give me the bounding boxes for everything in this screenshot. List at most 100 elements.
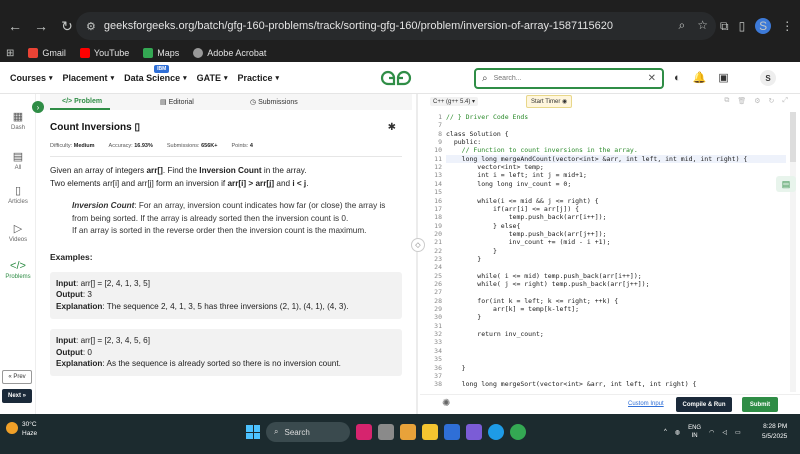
zoom-icon[interactable]: ⌕ (679, 18, 686, 33)
site-search[interactable]: ⌕ ✕ (474, 68, 664, 89)
copy-icon[interactable]: ⧉ (724, 97, 729, 105)
panel-divider[interactable] (416, 94, 418, 414)
start-icon[interactable] (246, 425, 260, 439)
menu-icon[interactable]: ⋮ (781, 19, 793, 33)
back-icon[interactable]: ← (4, 15, 26, 37)
gfg-logo[interactable] (380, 68, 412, 88)
tab-editorial[interactable]: ▤ Editorial (160, 98, 194, 106)
bookmark-gmail[interactable]: Gmail (28, 48, 66, 58)
menu-practice[interactable]: Practice ▾ (237, 73, 279, 83)
line-number: 36 (434, 363, 442, 372)
next-button[interactable]: Next » (2, 389, 32, 403)
line-number: 30 (434, 313, 442, 322)
edge-icon[interactable] (488, 424, 504, 440)
rail-dash[interactable]: ▦ Dash (0, 110, 36, 131)
tab-problem[interactable]: </> Problem (62, 98, 102, 105)
report-bug-icon[interactable]: ✱ (388, 122, 396, 133)
copilot-icon[interactable] (400, 424, 416, 440)
rail-toggle-button[interactable]: › (32, 101, 44, 113)
notification-bell-icon[interactable]: 🔔 (693, 71, 707, 84)
teams-icon[interactable] (466, 424, 482, 440)
tab-submissions[interactable]: ◷ Submissions (250, 98, 298, 106)
profile-avatar[interactable]: S (755, 18, 772, 34)
bookmark-youtube[interactable]: YouTube (79, 48, 129, 58)
compile-run-button[interactable]: Compile & Run (676, 397, 732, 412)
rail-all[interactable]: ▤ All (0, 150, 36, 171)
widget-app-icon[interactable] (356, 424, 372, 440)
code-editor[interactable]: 1 // } Driver Code Ends 7 8 class Solution {… (420, 112, 786, 392)
menu-data-science[interactable]: IBM Data Science ▾ (124, 64, 187, 83)
code-line: } else{ (446, 221, 521, 230)
user-avatar[interactable]: S (760, 70, 776, 86)
code-line: long long mergeSort(vector<int> &arr, in… (446, 380, 697, 389)
submit-button[interactable]: Submit (742, 397, 778, 412)
practice-tracker-icon[interactable]: ▣ (718, 71, 728, 84)
weather-widget[interactable]: 30°C Haze (6, 420, 37, 438)
menu-placement[interactable]: Placement ▾ (63, 73, 115, 83)
prev-button[interactable]: « Prev (2, 370, 32, 384)
tray-chevron-icon[interactable]: ^ (664, 429, 667, 435)
language-select[interactable]: C++ (g++ 5.4) ▾ (430, 97, 479, 106)
language-indicator[interactable]: ENG IN (688, 424, 701, 440)
hint-bulb-icon[interactable]: ✺ (442, 398, 450, 409)
sidepanel-icon[interactable]: ▯ (739, 19, 746, 33)
chrome-icon[interactable] (510, 424, 526, 440)
tray-app-icon[interactable]: ◍ (675, 429, 680, 436)
rail-videos[interactable]: ▷ Videos (0, 222, 36, 243)
points-value: 4 (249, 143, 253, 149)
line-number: 35 (434, 355, 442, 364)
code-line: while( i <= mid) temp.push_back(arr[i++]… (446, 271, 642, 280)
bookmark-icon[interactable]: ▯ (134, 122, 140, 133)
line-number: 14 (434, 179, 442, 188)
theme-toggle-icon[interactable]: ◐ (674, 72, 681, 84)
taskbar-search[interactable]: ⌕ Search (266, 422, 350, 442)
bookmark-maps[interactable]: Maps (143, 48, 179, 58)
search-icon: ⌕ (482, 73, 488, 84)
wifi-icon[interactable]: ◠ (709, 429, 714, 436)
resize-handle-icon[interactable]: ◇ (411, 238, 425, 252)
custom-input-link[interactable]: Custom Input (628, 401, 664, 407)
reset-icon[interactable]: ↻ (769, 97, 775, 105)
settings-icon[interactable]: ⚙ (754, 97, 760, 105)
code-line: if(arr[i] <= arr[j]) { (446, 204, 580, 213)
task-view-icon[interactable] (378, 424, 394, 440)
line-number: 25 (434, 271, 442, 280)
code-line: } (446, 246, 497, 255)
search-input[interactable] (493, 75, 634, 82)
forward-icon[interactable]: → (30, 15, 52, 37)
menu-courses[interactable]: Courses ▾ (10, 73, 53, 83)
rail-problems[interactable]: </> Problems (0, 260, 36, 280)
mail-icon[interactable] (444, 424, 460, 440)
extensions-icon[interactable]: ⧉ (720, 19, 729, 34)
menu-gate[interactable]: GATE ▾ (197, 73, 228, 83)
code-line: return inv_count; (446, 330, 544, 339)
volume-icon[interactable]: ◁ (722, 429, 727, 436)
start-timer-button[interactable]: Start Timer ◉ (526, 95, 573, 108)
browser-toolbar: ← → ↻ ⚙ geeksforgeeks.org/batch/gfg-160-… (0, 8, 800, 44)
problem-title: Count Inversions ▯ (50, 122, 140, 133)
problem-panel: Count Inversions ▯ ✱ Difficulty: Medium … (40, 112, 412, 414)
battery-icon[interactable]: ▭ (735, 429, 741, 436)
rail-articles[interactable]: ▯ Articles (0, 184, 36, 205)
apps-icon[interactable]: ⊞ (6, 48, 14, 59)
line-number: 17 (434, 204, 442, 213)
line-number: 18 (434, 213, 442, 222)
line-number: 24 (434, 263, 442, 272)
code-line: } (446, 363, 466, 372)
address-bar[interactable]: ⚙ geeksforgeeks.org/batch/gfg-160-proble… (76, 12, 716, 40)
clear-search-icon[interactable]: ✕ (648, 73, 656, 84)
fullscreen-icon[interactable]: ⤢ (782, 97, 788, 105)
site-info-icon[interactable]: ⚙ (86, 20, 96, 33)
clock[interactable]: 8:28 PM 5/5/2025 (762, 422, 787, 442)
delete-icon[interactable]: 🗑 (737, 97, 746, 105)
bookmark-adobe-acrobat[interactable]: Adobe Acrobat (193, 48, 266, 58)
file-explorer-icon[interactable] (422, 424, 438, 440)
bookmark-star-icon[interactable]: ☆ (697, 18, 708, 33)
all-icon: ▤ (12, 151, 24, 163)
chat-icon[interactable]: ▤ (776, 176, 796, 192)
line-number: 16 (434, 196, 442, 205)
examples-heading: Examples: (50, 251, 93, 262)
reload-icon[interactable]: ↻ (56, 15, 78, 37)
line-number: 23 (434, 254, 442, 263)
editor-scroll-thumb[interactable] (790, 112, 796, 162)
